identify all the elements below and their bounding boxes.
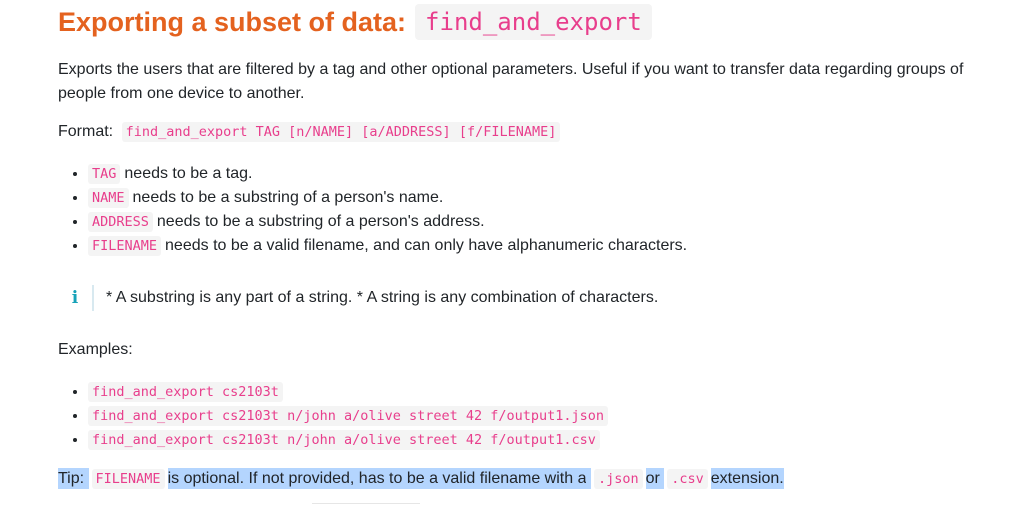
param-code: ADDRESS	[88, 212, 153, 232]
tip-code-csv: .csv	[667, 469, 708, 489]
list-item: NAMEneeds to be a substring of a person'…	[88, 186, 687, 210]
list-item: ADDRESSneeds to be a substring of a pers…	[88, 210, 687, 234]
section-heading: Exporting a subset of data: find_and_exp…	[58, 4, 652, 40]
command-description: Exports the users that are filtered by a…	[58, 61, 964, 102]
example-code: find_and_export cs2103t	[88, 382, 283, 402]
heading-command-code: find_and_export	[415, 4, 652, 40]
list-item: TAGneeds to be a tag.	[88, 162, 687, 186]
param-text: needs to be a substring of a person's na…	[132, 189, 444, 206]
list-item: find_and_export cs2103t	[88, 380, 608, 404]
format-line: Format: find_and_export TAG [n/NAME] [a/…	[58, 122, 561, 142]
info-icon: i	[71, 288, 79, 308]
parameter-list: TAGneeds to be a tag. NAMEneeds to be a …	[58, 162, 687, 258]
examples-list: find_and_export cs2103t find_and_export …	[58, 380, 609, 452]
callout-divider	[92, 285, 94, 311]
format-label: Format:	[58, 123, 114, 140]
tip-paragraph: Tip: FILENAME is optional. If not provide…	[58, 467, 784, 491]
list-item: find_and_export cs2103t n/john a/olive s…	[88, 428, 608, 452]
list-item: find_and_export cs2103t n/john a/olive s…	[88, 404, 609, 428]
tip-prefix: Tip:	[58, 468, 85, 489]
example-code: find_and_export cs2103t n/john a/olive s…	[88, 430, 600, 450]
info-callout: i * A substring is any part of a string.…	[58, 284, 658, 312]
tip-text-or: or	[645, 468, 660, 489]
param-text: needs to be a tag.	[124, 165, 253, 182]
param-code: NAME	[88, 188, 129, 208]
param-text: needs to be a valid filename, and can on…	[165, 237, 688, 254]
list-item: FILENAMEneeds to be a valid filename, an…	[88, 234, 687, 258]
info-text: * A substring is any part of a string. *…	[106, 289, 659, 306]
example-code: find_and_export cs2103t n/john a/olive s…	[88, 406, 609, 426]
tip-code-json: .json	[593, 469, 643, 489]
heading-text: Exporting a subset of data:	[58, 6, 407, 37]
param-text: needs to be a substring of a person's ad…	[156, 213, 485, 230]
format-code: find_and_export TAG [n/NAME] [a/ADDRESS]…	[121, 122, 561, 142]
examples-label: Examples:	[58, 341, 133, 358]
param-code: TAG	[88, 164, 121, 184]
next-section-edge	[312, 503, 420, 514]
tip-text-end: extension.	[710, 468, 784, 489]
tip-code-filename: FILENAME	[91, 469, 165, 489]
param-code: FILENAME	[88, 236, 162, 256]
tip-text: is optional. If not provided, has to be …	[167, 468, 587, 489]
